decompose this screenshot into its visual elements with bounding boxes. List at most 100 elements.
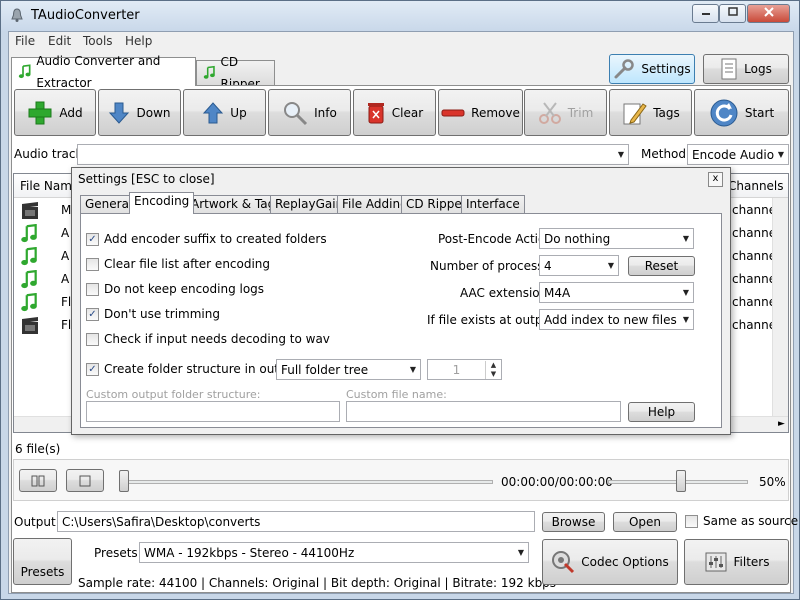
- pause-icon: [31, 475, 45, 486]
- file-name-cell: Fl: [61, 295, 72, 309]
- stop-icon: [79, 475, 91, 486]
- close-icon: [763, 7, 774, 17]
- folder-structure-select[interactable]: Full folder tree ▼: [276, 359, 421, 380]
- custom-file-input[interactable]: [346, 401, 621, 422]
- menu-file[interactable]: File: [15, 34, 35, 48]
- seek-slider-thumb[interactable]: [119, 470, 129, 492]
- seek-track[interactable]: [119, 480, 493, 484]
- tab-interface[interactable]: Interface: [461, 195, 525, 214]
- same-as-source-checkbox[interactable]: Same as source: [685, 514, 798, 528]
- filters-button[interactable]: Filters: [684, 539, 789, 585]
- music-note-icon: [20, 269, 38, 293]
- help-button[interactable]: Help: [628, 402, 695, 422]
- tags-label: Tags: [653, 105, 680, 120]
- tab-encoding[interactable]: Encoding: [129, 192, 195, 214]
- stop-button[interactable]: [66, 469, 104, 492]
- close-window-button[interactable]: [747, 4, 790, 23]
- check-decoding-checkbox[interactable]: Check if input needs decoding to wav: [86, 332, 330, 346]
- spin-up-icon[interactable]: ▲: [486, 361, 501, 370]
- no-logs-checkbox[interactable]: Do not keep encoding logs: [86, 282, 264, 296]
- output-label: Output:: [14, 515, 60, 529]
- vertical-scrollbar[interactable]: [772, 198, 788, 432]
- codec-options-button[interactable]: Codec Options: [542, 539, 678, 585]
- up-button[interactable]: Up: [183, 89, 266, 136]
- codec-options-label: Codec Options: [581, 555, 669, 569]
- column-channels[interactable]: Channels: [728, 179, 784, 193]
- maximize-button[interactable]: [719, 4, 746, 23]
- trim-button[interactable]: Trim: [524, 89, 607, 136]
- maximize-icon: [727, 7, 738, 16]
- custom-file-label: Custom file name:: [346, 388, 447, 401]
- menu-help[interactable]: Help: [125, 34, 152, 48]
- no-trimming-checkbox[interactable]: ✓ Don't use trimming: [86, 307, 220, 321]
- menu-tools[interactable]: Tools: [83, 34, 113, 48]
- chevron-down-icon: ▼: [517, 548, 524, 557]
- music-note-icon: [20, 223, 38, 247]
- processes-select[interactable]: 4 ▼: [539, 255, 619, 276]
- file-exists-value: Add index to new files: [544, 312, 677, 327]
- folder-depth-spinner[interactable]: 1 ▲ ▼: [427, 359, 502, 380]
- start-button[interactable]: Start: [694, 89, 789, 136]
- volume-percent: 50%: [759, 475, 786, 489]
- file-exists-select[interactable]: Add index to new files ▼: [539, 309, 694, 330]
- encoder-suffix-label: Add encoder suffix to created folders: [104, 232, 327, 246]
- check-decoding-label: Check if input needs decoding to wav: [104, 332, 330, 346]
- aac-extension-select[interactable]: M4A ▼: [539, 282, 694, 303]
- presets-select[interactable]: WMA - 192kbps - Stereo - 44100Hz ▼: [139, 542, 529, 563]
- minus-icon: [441, 109, 465, 116]
- post-encode-select[interactable]: Do nothing ▼: [539, 228, 694, 249]
- presets-label: Presets:: [94, 546, 142, 560]
- checkbox-box: [86, 282, 99, 296]
- clear-button[interactable]: Clear: [353, 89, 436, 136]
- custom-folder-input[interactable]: [86, 401, 340, 422]
- down-button[interactable]: Down: [98, 89, 181, 136]
- equalizer-icon: [705, 552, 726, 572]
- document-icon: [721, 58, 737, 80]
- settings-button[interactable]: Settings: [609, 54, 695, 84]
- scroll-right-icon[interactable]: ►: [778, 419, 785, 429]
- audio-track-select[interactable]: ▼: [77, 144, 629, 165]
- folder-structure-label: Create folder structure in output: [104, 362, 299, 376]
- pause-button[interactable]: [19, 469, 57, 492]
- reset-button[interactable]: Reset: [628, 256, 695, 276]
- tags-button[interactable]: Tags: [609, 89, 692, 136]
- minimize-button[interactable]: [692, 4, 719, 23]
- wrench-icon: [614, 59, 635, 79]
- menu-edit[interactable]: Edit: [48, 34, 71, 48]
- folder-structure-checkbox[interactable]: ✓ Create folder structure in output: [86, 362, 299, 376]
- encoder-suffix-checkbox[interactable]: ✓ Add encoder suffix to created folders: [86, 232, 327, 246]
- logs-label: Logs: [744, 62, 772, 76]
- tab-cd-ripper[interactable]: CD Ripper: [196, 55, 275, 91]
- method-select[interactable]: Encode Audio ▼: [687, 144, 789, 165]
- no-logs-label: Do not keep encoding logs: [104, 282, 265, 296]
- logs-button[interactable]: Logs: [703, 54, 789, 84]
- clear-label: Clear: [391, 105, 424, 120]
- checkbox-box: [685, 514, 698, 528]
- clear-file-list-checkbox[interactable]: Clear file list after encoding: [86, 257, 270, 271]
- tab-audio-converter[interactable]: Audio Converter and Extractor: [11, 54, 196, 90]
- add-button[interactable]: Add: [14, 89, 96, 136]
- post-encode-value: Do nothing: [544, 231, 611, 246]
- presets-button[interactable]: Presets: [13, 538, 72, 585]
- no-trimming-label: Don't use trimming: [104, 307, 220, 321]
- spin-down-icon[interactable]: ▼: [486, 370, 501, 379]
- browse-button[interactable]: Browse: [542, 512, 605, 532]
- add-label: Add: [59, 105, 83, 120]
- volume-slider-thumb[interactable]: [676, 470, 686, 492]
- info-button[interactable]: Info: [268, 89, 351, 136]
- spinner-arrows[interactable]: ▲ ▼: [485, 360, 501, 379]
- close-dialog-button[interactable]: x: [708, 172, 723, 187]
- title-bar[interactable]: TAudioConverter: [1, 1, 799, 31]
- custom-folder-label: Custom output folder structure:: [86, 388, 261, 401]
- folder-depth-value: 1: [452, 362, 461, 377]
- remove-button[interactable]: Remove: [438, 89, 523, 136]
- plus-icon: [28, 101, 52, 124]
- filters-label: Filters: [733, 555, 770, 569]
- minimize-icon: [701, 13, 710, 15]
- open-button[interactable]: Open: [613, 512, 677, 532]
- aac-extension-value: M4A: [544, 285, 571, 300]
- output-path-input[interactable]: C:\Users\Safira\Desktop\converts: [57, 511, 535, 532]
- checkbox-box: [86, 257, 99, 271]
- time-display: 00:00:00/00:00:00: [501, 475, 613, 489]
- app-window: TAudioConverter File Edit Tools Help Aud…: [0, 0, 800, 600]
